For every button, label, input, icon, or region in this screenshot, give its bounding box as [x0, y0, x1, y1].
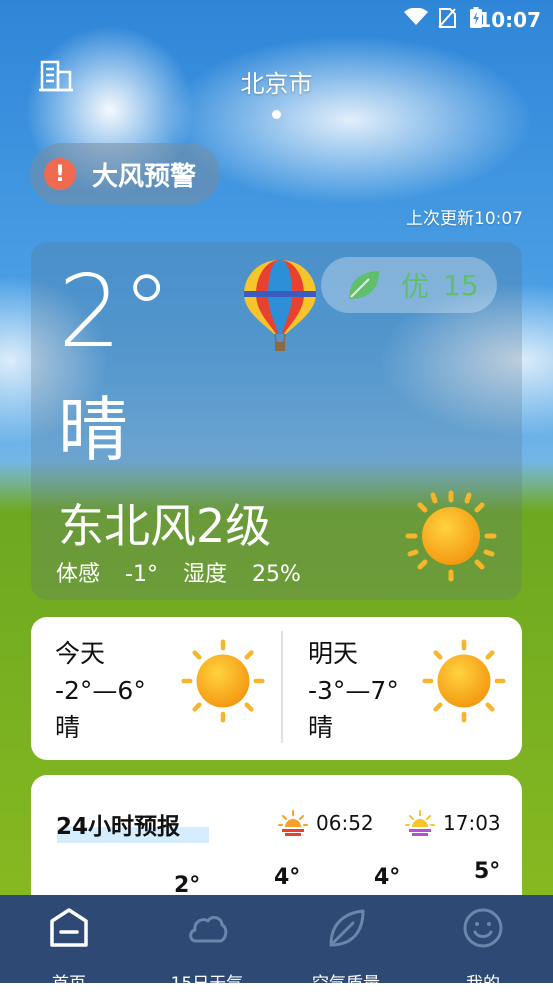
- aqi-level: 优: [401, 270, 430, 303]
- alert-icon: !: [44, 158, 76, 190]
- sunset-icon: [405, 810, 435, 836]
- today-label: 今天: [55, 639, 106, 668]
- feels-humidity-row: 体感 -1° 湿度 25%: [56, 556, 319, 588]
- hourly-title: 24小时预报: [56, 814, 181, 840]
- weather-alert-chip[interactable]: ! 大风预警: [30, 143, 220, 205]
- current-condition: 晴: [58, 389, 128, 471]
- tomorrow-label: 明天: [308, 639, 359, 668]
- city-title[interactable]: 北京市: [0, 64, 553, 99]
- nav-air-quality-label: 空气质量: [312, 974, 380, 994]
- tomorrow-forecast[interactable]: 明天 -3°—7° 晴: [308, 635, 399, 746]
- nav-home[interactable]: 首页: [14, 895, 124, 994]
- tomorrow-sunny-icon: [422, 639, 506, 723]
- leaf-icon: [349, 271, 379, 299]
- bottom-navigation: 首页 15日天气 空气质量 我的: [0, 895, 553, 994]
- air-quality-chip[interactable]: 优 15: [321, 257, 497, 313]
- sunset-value: 17:03: [443, 811, 501, 835]
- hourly-temp: 4°: [374, 865, 401, 890]
- humidity-value: 25%: [251, 562, 301, 587]
- forecast-card[interactable]: 今天 -2°—6° 晴 明天 -3°—7° 晴: [31, 617, 522, 760]
- nav-profile[interactable]: 我的: [428, 895, 538, 994]
- hourly-temp: 5°: [474, 859, 501, 884]
- humidity-label: 湿度: [182, 562, 227, 587]
- nav-15day[interactable]: 15日天气: [152, 895, 262, 994]
- home-icon: [50, 908, 88, 947]
- today-condition: 晴: [55, 713, 81, 742]
- last-updated-text: 上次更新10:07: [406, 209, 523, 229]
- cloud-icon: [189, 916, 228, 943]
- tomorrow-range: -3°—7°: [308, 676, 399, 705]
- sunny-icon: [405, 490, 497, 582]
- clock-time: 10:07: [477, 8, 541, 32]
- sunrise-time: 06:52: [278, 809, 374, 837]
- today-range: -2°—6°: [55, 676, 146, 705]
- page-indicator-dot: [272, 110, 281, 119]
- nav-home-label: 首页: [52, 974, 86, 994]
- sunrise-value: 06:52: [316, 811, 374, 835]
- nav-15day-label: 15日天气: [170, 974, 244, 994]
- current-temperature: 2°: [58, 253, 172, 370]
- sunset-time: 17:03: [405, 809, 501, 837]
- nav-profile-label: 我的: [466, 974, 500, 994]
- hourly-temp: 4°: [274, 865, 301, 890]
- aqi-value: 15: [443, 268, 479, 302]
- smiley-face-icon: [463, 908, 503, 948]
- tomorrow-condition: 晴: [308, 713, 334, 742]
- hot-air-balloon-icon: [244, 260, 316, 351]
- leaf-outline-icon: [329, 909, 365, 947]
- wind-info: 东北风2级: [58, 499, 272, 553]
- today-sunny-icon: [181, 639, 265, 723]
- wifi-icon: [404, 8, 428, 25]
- forecast-divider: [281, 631, 283, 743]
- nav-air-quality[interactable]: 空气质量: [291, 895, 401, 994]
- no-sim-icon: [438, 8, 456, 28]
- status-bar: 10:07: [0, 0, 553, 38]
- feels-like-label: 体感: [56, 562, 101, 587]
- alert-text: 大风预警: [92, 161, 197, 192]
- sunrise-icon: [278, 810, 308, 836]
- feels-like-value: -1°: [125, 562, 158, 587]
- today-forecast[interactable]: 今天 -2°—6° 晴: [55, 635, 146, 746]
